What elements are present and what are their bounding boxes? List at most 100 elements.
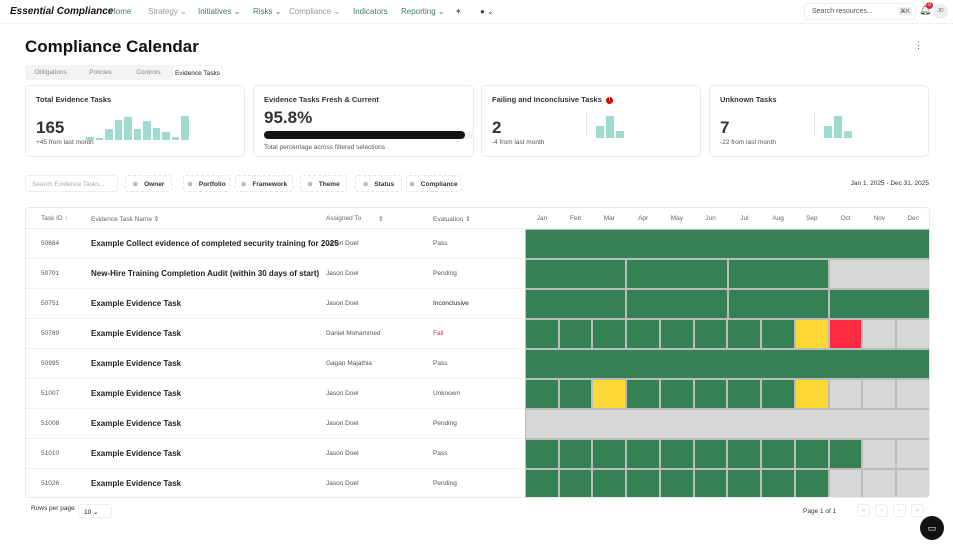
calendar-cell-pass[interactable] [525, 319, 559, 349]
help-icon[interactable]: ● ⌄ [480, 7, 494, 16]
calendar-cell-pass[interactable] [592, 319, 627, 349]
tab-policies[interactable]: Policies [76, 65, 125, 80]
calendar-cell-bad[interactable] [828, 319, 863, 349]
calendar-cell-pass[interactable] [626, 259, 728, 289]
calendar-cell-pend[interactable] [862, 439, 897, 469]
calendar-cell-pend[interactable] [828, 379, 863, 409]
calendar-cell-pass[interactable] [727, 439, 762, 469]
task-name[interactable]: Example Evidence Task [91, 479, 181, 488]
task-name[interactable]: Example Evidence Task [91, 419, 181, 428]
calendar-cell-warn[interactable] [794, 379, 829, 409]
next-page-button[interactable]: › [893, 504, 906, 517]
filter-compliance[interactable]: ⊕ Compliance [406, 175, 461, 192]
brand-logo[interactable]: Essential Compliance [10, 6, 113, 17]
filter-status[interactable]: ⊕ Status [355, 175, 402, 192]
calendar-cell-pass[interactable] [626, 469, 660, 497]
col-assigned-to[interactable]: Assigned To [326, 215, 361, 222]
nav-item[interactable]: Initiatives ⌄ [198, 7, 240, 16]
calendar-cell-pass[interactable] [659, 379, 694, 409]
calendar-cell-pass[interactable] [558, 439, 593, 469]
calendar-cell-pass[interactable] [525, 379, 559, 409]
table-row[interactable]: 51007 Example Evidence Task Jason Doel Unkn… [26, 379, 929, 409]
table-row[interactable]: 50789 Example Evidence Task Daniel Mohamme… [26, 319, 929, 349]
first-page-button[interactable]: « [857, 504, 870, 517]
calendar-cell-pass[interactable] [727, 469, 762, 497]
nav-item[interactable]: Compliance ⌄ [289, 7, 340, 16]
calendar-cell-pass[interactable] [828, 439, 863, 469]
last-page-button[interactable]: » [911, 504, 924, 517]
nav-item[interactable]: Reporting ⌄ [401, 7, 445, 16]
tab-evidence-tasks[interactable]: Evidence Tasks [173, 66, 222, 79]
calendar-cell-pend[interactable] [862, 319, 897, 349]
calendar-cell-pass[interactable] [592, 439, 627, 469]
table-row[interactable]: 50684 Example Collect evidence of complet… [26, 229, 929, 259]
calendar-cell-pass[interactable] [727, 319, 762, 349]
calendar-cell-pass[interactable] [626, 319, 660, 349]
table-row[interactable]: 50701 New-Hire Training Completion Audit … [26, 259, 929, 289]
table-row[interactable]: 51026 Example Evidence Task Jason Doel Pend… [26, 469, 929, 497]
nav-item[interactable]: Risks ⌄ [253, 7, 281, 16]
task-name[interactable]: Example Evidence Task [91, 359, 181, 368]
calendar-cell-warn[interactable] [592, 379, 627, 409]
calendar-cell-pass[interactable] [761, 379, 795, 409]
table-row[interactable]: 51008 Example Evidence Task Jason Doel Pend… [26, 409, 929, 439]
task-name[interactable]: New-Hire Training Completion Audit (with… [91, 269, 319, 278]
nav-item[interactable]: Indicators [353, 7, 388, 16]
calendar-cell-pass[interactable] [525, 259, 627, 289]
calendar-cell-pass[interactable] [558, 379, 593, 409]
calendar-cell-pass[interactable] [761, 439, 795, 469]
col-task-name[interactable]: Evidence Task Name ⇕ [91, 215, 159, 223]
calendar-cell-pass[interactable] [525, 469, 559, 497]
calendar-cell-pass[interactable] [794, 439, 829, 469]
calendar-cell-pass[interactable] [659, 319, 694, 349]
calendar-cell-pend[interactable] [828, 469, 863, 497]
calendar-cell-pass[interactable] [659, 469, 694, 497]
col-task-id[interactable]: Task ID ↑ [41, 215, 68, 222]
task-name[interactable]: Example Evidence Task [91, 389, 181, 398]
calendar-cell-pass[interactable] [626, 379, 660, 409]
calendar-cell-pend[interactable] [896, 379, 929, 409]
calendar-cell-pend[interactable] [896, 469, 929, 497]
calendar-cell-pass[interactable] [761, 469, 795, 497]
calendar-cell-pass[interactable] [592, 469, 627, 497]
calendar-cell-pass[interactable] [693, 469, 728, 497]
more-options-icon[interactable]: ⋮ [914, 40, 923, 51]
calendar-cell-pass[interactable] [626, 439, 660, 469]
calendar-cell-pend[interactable] [828, 259, 929, 289]
calendar-cell-pass[interactable] [558, 469, 593, 497]
calendar-cell-pass[interactable] [693, 319, 728, 349]
table-row[interactable]: 50995 Example Evidence Task Gagan Majathia… [26, 349, 929, 379]
task-name[interactable]: Example Collect evidence of completed se… [91, 239, 339, 248]
tab-obligations[interactable]: Obligations [25, 65, 76, 80]
filter-theme[interactable]: ⊕ Theme [300, 175, 347, 192]
calendar-cell-pass[interactable] [525, 439, 559, 469]
nav-item[interactable]: Strategy ⌄ [148, 7, 187, 16]
avatar[interactable]: JD [933, 4, 948, 19]
tab-controls[interactable]: Controls [125, 65, 172, 80]
calendar-cell-pass[interactable] [727, 379, 762, 409]
calendar-cell-pass[interactable] [693, 439, 728, 469]
calendar-cell-pass[interactable] [558, 319, 593, 349]
calendar-cell-pass[interactable] [693, 379, 728, 409]
calendar-cell-pend[interactable] [525, 409, 929, 439]
task-name[interactable]: Example Evidence Task [91, 329, 181, 338]
task-name[interactable]: Example Evidence Task [91, 299, 181, 308]
resource-search-input[interactable]: Search resources... ⌘K [804, 3, 916, 20]
date-range[interactable]: Jan 1, 2025 - Dec 31, 2025 [851, 180, 929, 187]
calendar-cell-pend[interactable] [896, 439, 929, 469]
col-evaluation[interactable]: Evaluation ⇕ [433, 215, 471, 223]
calendar-cell-pass[interactable] [525, 349, 929, 379]
chat-icon[interactable]: ▭ [920, 516, 944, 540]
filter-framework[interactable]: ⊕ Framework [235, 175, 293, 192]
calendar-cell-pend[interactable] [896, 319, 929, 349]
filter-owner[interactable]: ⊕ Owner [125, 175, 172, 192]
filter-portfolio[interactable]: ⊕ Portfolio [183, 175, 230, 192]
calendar-cell-pass[interactable] [659, 439, 694, 469]
calendar-cell-pass[interactable] [525, 229, 929, 259]
table-row[interactable]: 50751 Example Evidence Task Jason Doel Inco… [26, 289, 929, 319]
calendar-cell-pass[interactable] [727, 259, 829, 289]
calendar-cell-pass[interactable] [525, 289, 627, 319]
calendar-cell-pass[interactable] [626, 289, 728, 319]
nav-item[interactable]: Home [110, 7, 131, 16]
rows-per-page-select[interactable]: 10 ⌄ [78, 504, 112, 518]
